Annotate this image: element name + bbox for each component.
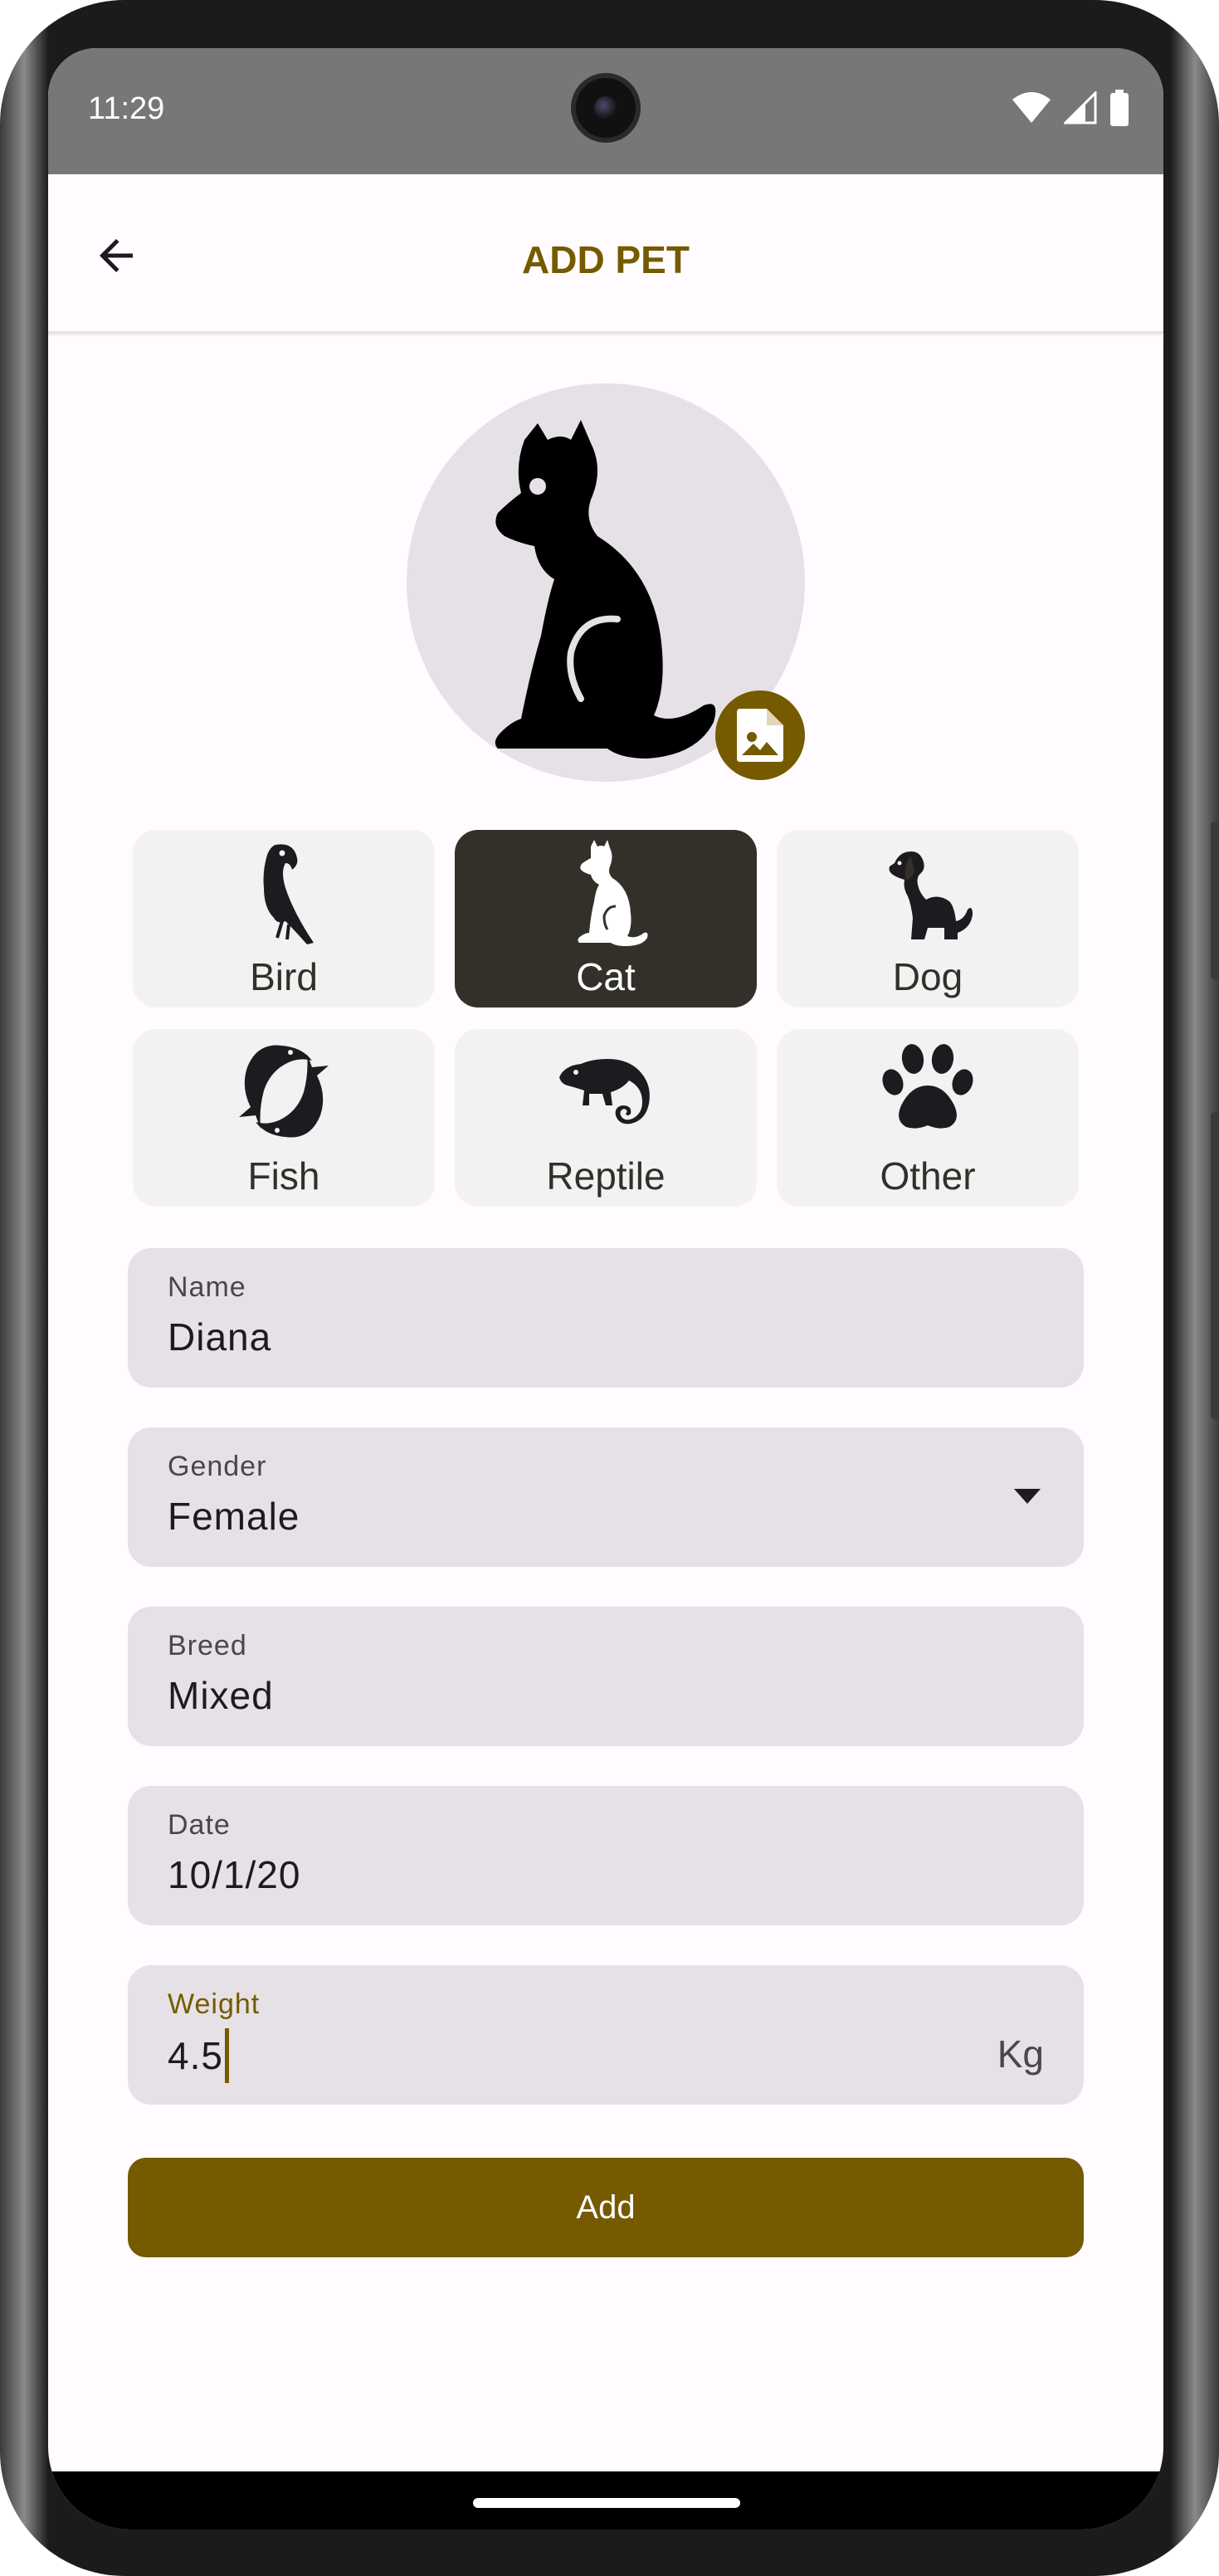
chameleon-icon [559, 1059, 650, 1125]
chip-label: Bird [250, 955, 318, 998]
chip-label: Fish [247, 1154, 320, 1198]
status-bar: 11:29 [48, 48, 1163, 174]
chip-label: Cat [576, 955, 636, 998]
field-label: Date [168, 1809, 231, 1841]
pet-type-dog[interactable]: Dog [777, 830, 1079, 1007]
breed-field[interactable]: Breed Mixed [128, 1607, 1084, 1746]
wifi-icon [1012, 92, 1051, 123]
pet-type-fish[interactable]: Fish [133, 1029, 435, 1207]
pet-type-other[interactable]: Other [777, 1029, 1079, 1207]
weight-input[interactable]: 4.5 [168, 2028, 229, 2086]
weight-value: 4.5 [168, 2034, 223, 2078]
field-label: Name [168, 1271, 246, 1303]
field-label: Breed [168, 1630, 247, 1661]
date-field[interactable]: Date 10/1/20 [128, 1786, 1084, 1925]
app-screen: 11:29 ADD PET Bird Cat Dog Fish Reptile … [48, 48, 1163, 2530]
top-app-bar: ADD PET [48, 174, 1163, 334]
add-photo-button[interactable] [715, 690, 805, 780]
cat-icon [578, 840, 648, 946]
fish-icon [239, 1045, 329, 1138]
cell-signal-icon [1064, 91, 1097, 124]
weight-field[interactable]: Weight 4.5 Kg [128, 1965, 1084, 2105]
paw-icon [882, 1044, 973, 1129]
front-camera [571, 73, 641, 143]
dog-icon [889, 851, 973, 939]
page-title: ADD PET [522, 238, 690, 281]
pet-type-reptile[interactable]: Reptile [455, 1029, 757, 1207]
pet-type-cat[interactable]: Cat [455, 830, 757, 1007]
parrot-icon [263, 844, 314, 944]
text-cursor [224, 2028, 229, 2083]
gender-value[interactable]: Female [168, 1494, 300, 1539]
volume-button [1211, 1112, 1219, 1419]
weight-unit-suffix: Kg [997, 2032, 1044, 2076]
field-label: Weight [168, 1988, 261, 2020]
date-input[interactable]: 10/1/20 [168, 1852, 300, 1897]
status-time: 11:29 [88, 91, 165, 126]
dropdown-arrow-icon[interactable] [1014, 1489, 1041, 1504]
chip-label: Other [880, 1154, 976, 1198]
chip-label: Reptile [546, 1154, 666, 1198]
cat-silhouette-icon [495, 420, 716, 759]
power-button [1211, 822, 1219, 979]
chip-label: Dog [892, 955, 963, 998]
pet-type-bird[interactable]: Bird [133, 830, 435, 1007]
home-indicator[interactable] [473, 2498, 740, 2508]
image-file-icon [737, 709, 783, 762]
breed-input[interactable]: Mixed [168, 1673, 274, 1718]
status-icons [1011, 90, 1130, 126]
field-label: Gender [168, 1451, 267, 1482]
gender-dropdown[interactable]: Gender Female [128, 1427, 1084, 1567]
name-input[interactable]: Diana [168, 1315, 271, 1359]
name-field[interactable]: Name Diana [128, 1248, 1084, 1388]
battery-icon [1110, 90, 1129, 126]
add-button[interactable]: Add [128, 2158, 1084, 2257]
